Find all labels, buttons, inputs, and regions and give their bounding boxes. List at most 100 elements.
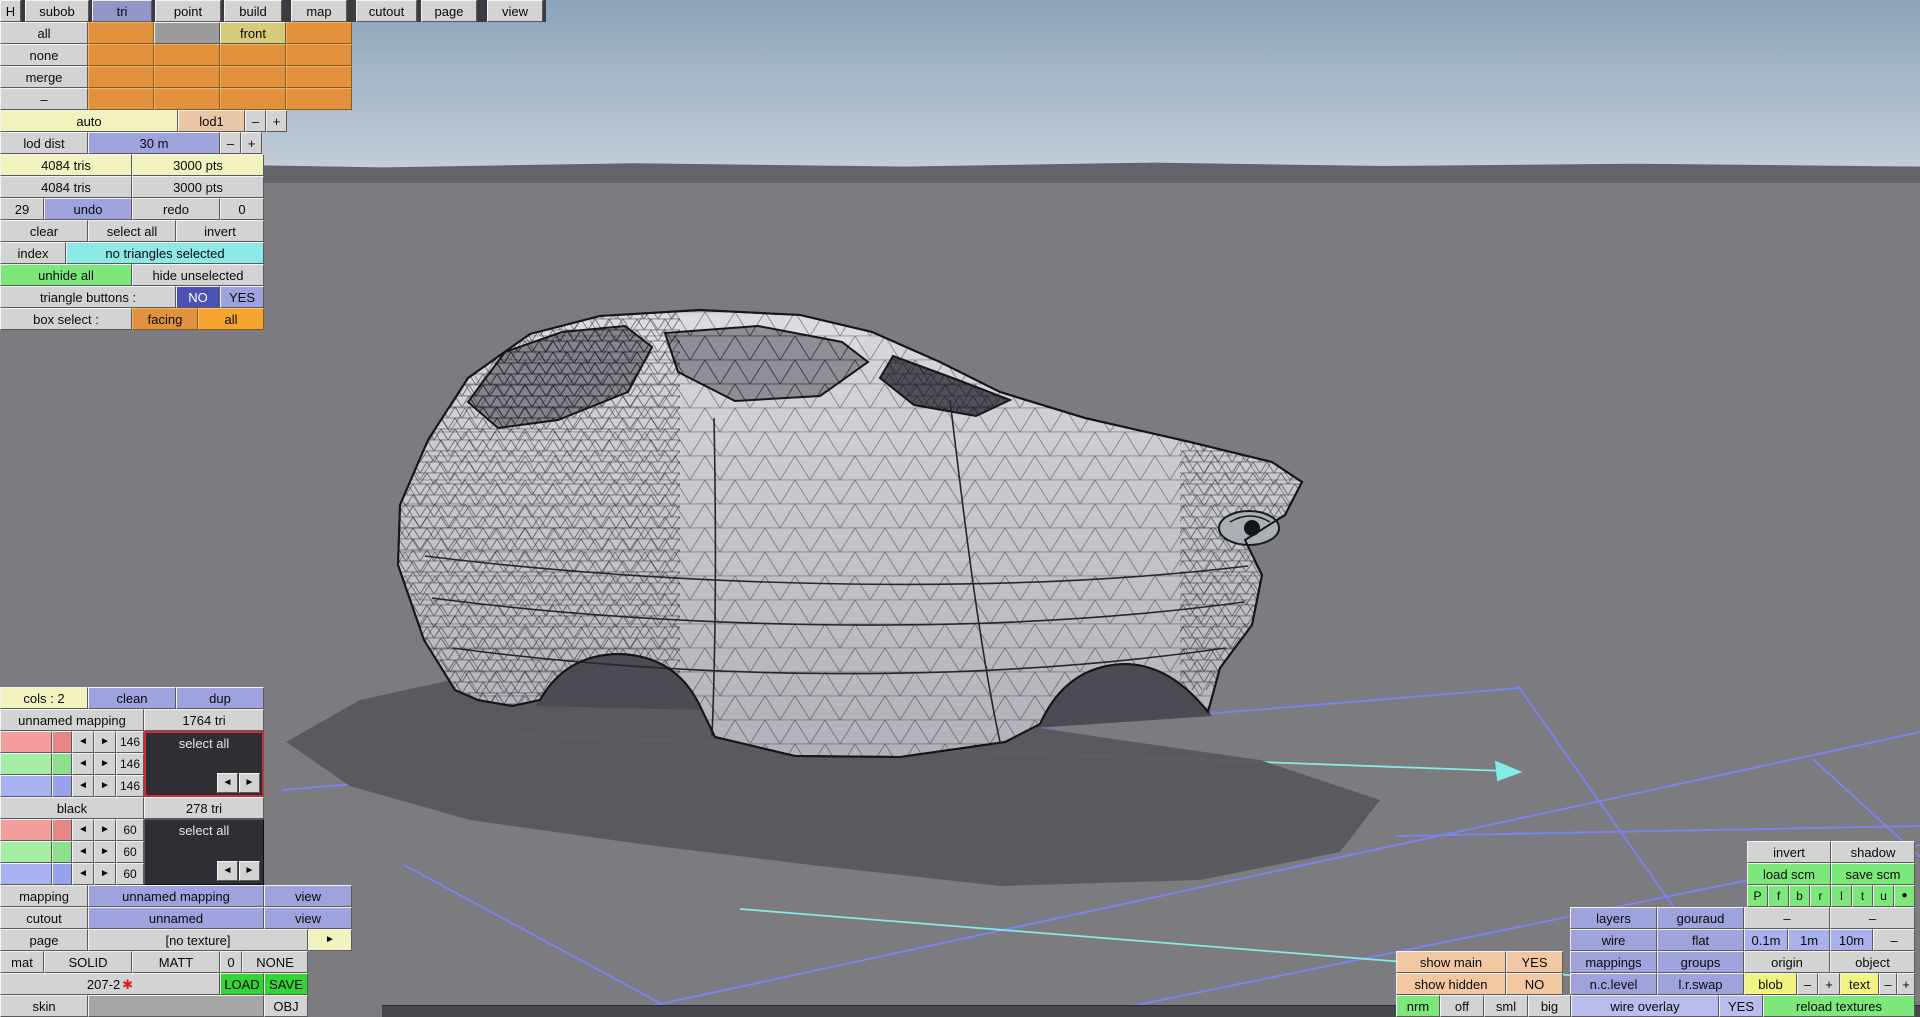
- nrm-sml-button[interactable]: sml: [1484, 995, 1528, 1017]
- group2-page-left[interactable]: ◄: [217, 861, 238, 881]
- select-all-button[interactable]: select all: [88, 220, 176, 242]
- subob-grid-cell[interactable]: [286, 22, 352, 44]
- group2-page-right[interactable]: ►: [239, 861, 260, 881]
- tab-point[interactable]: point: [155, 0, 221, 22]
- group1-page-left[interactable]: ◄: [217, 773, 238, 793]
- groups-button[interactable]: groups: [1657, 951, 1744, 973]
- mat-matt-button[interactable]: MATT: [132, 951, 220, 973]
- file-name-field[interactable]: 207-2 ✱: [0, 973, 220, 995]
- clean-button[interactable]: clean: [88, 687, 176, 709]
- tab-build[interactable]: build: [224, 0, 282, 22]
- lod-minus-button[interactable]: –: [245, 110, 266, 132]
- dup-button[interactable]: dup: [176, 687, 264, 709]
- swatch-prev-button[interactable]: ◄: [72, 819, 94, 841]
- subob-merge-button[interactable]: merge: [0, 66, 88, 88]
- wire-button[interactable]: wire: [1570, 929, 1657, 951]
- swatch-next-button[interactable]: ►: [94, 775, 116, 797]
- subob-grid-cell[interactable]: [220, 44, 286, 66]
- swatch-prev-button[interactable]: ◄: [72, 753, 94, 775]
- mat-solid-button[interactable]: SOLID: [44, 951, 132, 973]
- swatch-prev-button[interactable]: ◄: [72, 863, 94, 885]
- layers-dash2-button[interactable]: –: [1830, 907, 1915, 929]
- group1-name[interactable]: unnamed mapping: [0, 709, 144, 731]
- nrm-big-button[interactable]: big: [1528, 995, 1571, 1017]
- cam-persp-button[interactable]: P: [1747, 885, 1768, 907]
- gouraud-button[interactable]: gouraud: [1657, 907, 1744, 929]
- swatch-prev-button[interactable]: ◄: [72, 731, 94, 753]
- subob-grid-cell[interactable]: [88, 44, 154, 66]
- text-button[interactable]: text: [1840, 973, 1879, 995]
- group1-page-right[interactable]: ►: [239, 773, 260, 793]
- layers-dash-button[interactable]: –: [1744, 907, 1830, 929]
- grid-dash-button[interactable]: –: [1873, 929, 1915, 951]
- mapping-view-button[interactable]: view: [264, 885, 352, 907]
- swatch-next-button[interactable]: ►: [94, 753, 116, 775]
- mat-num-button[interactable]: 0: [220, 951, 242, 973]
- mat-none-button[interactable]: NONE: [242, 951, 308, 973]
- show-hidden-toggle[interactable]: NO: [1506, 973, 1563, 995]
- load-scm-button[interactable]: load scm: [1747, 863, 1831, 885]
- subob-grid-cell[interactable]: [286, 66, 352, 88]
- cols-button[interactable]: cols : 2: [0, 687, 88, 709]
- triangle-buttons-yes[interactable]: YES: [220, 286, 264, 308]
- swatch-prev-button[interactable]: ◄: [72, 775, 94, 797]
- clear-button[interactable]: clear: [0, 220, 88, 242]
- lod-plus-button[interactable]: +: [266, 110, 287, 132]
- swatch-next-button[interactable]: ►: [94, 819, 116, 841]
- triangle-buttons-no[interactable]: NO: [176, 286, 220, 308]
- cam-left-button[interactable]: l: [1831, 885, 1852, 907]
- invert-button[interactable]: invert: [176, 220, 264, 242]
- cam-front-button[interactable]: f: [1768, 885, 1789, 907]
- swatch-next-button[interactable]: ►: [94, 731, 116, 753]
- mappings-button[interactable]: mappings: [1570, 951, 1657, 973]
- lr-swap-button[interactable]: l.r.swap: [1657, 973, 1744, 995]
- load-button[interactable]: LOAD: [220, 973, 264, 995]
- cam-back-button[interactable]: b: [1789, 885, 1810, 907]
- box-select-all[interactable]: all: [198, 308, 264, 330]
- grid-01m-button[interactable]: 0.1m: [1744, 929, 1788, 951]
- text-minus-button[interactable]: –: [1879, 973, 1897, 995]
- cam-right-button[interactable]: r: [1810, 885, 1831, 907]
- cam-orbit-button[interactable]: ●: [1894, 885, 1915, 907]
- subob-grid-cell[interactable]: [154, 22, 220, 44]
- swatch-red-alt[interactable]: [52, 819, 72, 841]
- subob-grid-cell[interactable]: [88, 66, 154, 88]
- tab-tri[interactable]: tri: [92, 0, 152, 22]
- nrm-button[interactable]: nrm: [1396, 995, 1440, 1017]
- subob-grid-cell[interactable]: [286, 44, 352, 66]
- cutout-view-button[interactable]: view: [264, 907, 352, 929]
- subob-grid-cell[interactable]: [88, 22, 154, 44]
- nc-level-button[interactable]: n.c.level: [1570, 973, 1657, 995]
- layers-button[interactable]: layers: [1570, 907, 1657, 929]
- tab-view[interactable]: view: [487, 0, 543, 22]
- reload-textures-button[interactable]: reload textures: [1763, 995, 1915, 1017]
- save-scm-button[interactable]: save scm: [1831, 863, 1915, 885]
- swatch-green[interactable]: [0, 841, 52, 863]
- object-button[interactable]: object: [1830, 951, 1915, 973]
- cutout-value[interactable]: unnamed: [88, 907, 264, 929]
- unhide-all-button[interactable]: unhide all: [0, 264, 132, 286]
- subob-none-button[interactable]: none: [0, 44, 88, 66]
- blob-minus-button[interactable]: –: [1797, 973, 1818, 995]
- subob-grid-cell[interactable]: [88, 88, 154, 110]
- view-shadow-button[interactable]: shadow: [1831, 841, 1915, 863]
- show-main-toggle[interactable]: YES: [1506, 951, 1563, 973]
- swatch-blue[interactable]: [0, 775, 52, 797]
- swatch-prev-button[interactable]: ◄: [72, 841, 94, 863]
- subob-grid-cell-front[interactable]: front: [220, 22, 286, 44]
- index-button[interactable]: index: [0, 242, 66, 264]
- nrm-off-button[interactable]: off: [1440, 995, 1484, 1017]
- subob-grid-cell[interactable]: [154, 44, 220, 66]
- page-texture-value[interactable]: [no texture]: [88, 929, 308, 951]
- save-button[interactable]: SAVE: [264, 973, 308, 995]
- swatch-blue[interactable]: [0, 863, 52, 885]
- swatch-red-alt[interactable]: [52, 731, 72, 753]
- hide-unselected-button[interactable]: hide unselected: [132, 264, 264, 286]
- mapping-value[interactable]: unnamed mapping: [88, 885, 264, 907]
- tab-cutout[interactable]: cutout: [356, 0, 417, 22]
- swatch-blue-alt[interactable]: [52, 775, 72, 797]
- swatch-next-button[interactable]: ►: [94, 863, 116, 885]
- subob-all-button[interactable]: all: [0, 22, 88, 44]
- swatch-next-button[interactable]: ►: [94, 841, 116, 863]
- tab-map[interactable]: map: [291, 0, 347, 22]
